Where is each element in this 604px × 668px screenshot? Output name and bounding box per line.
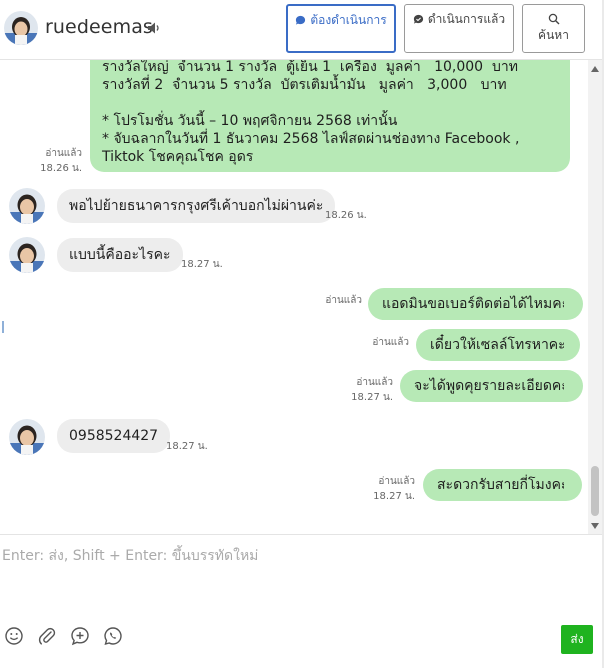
bubble-tail xyxy=(564,479,572,491)
pending-filter-label: ต้องดำเนินการ xyxy=(310,13,387,27)
incoming-message: 0958524427 xyxy=(57,419,171,453)
promo-message: รางวัลใหญ่ จำนวน 1 รางวัล ตู้เย็น 1 เครื… xyxy=(90,60,570,172)
sender-avatar xyxy=(9,419,45,455)
message-scrollbar[interactable] xyxy=(588,60,602,534)
scrollbar-thumb[interactable] xyxy=(591,466,599,516)
done-filter-button[interactable]: ดำเนินการแล้ว xyxy=(404,4,514,53)
message-time: 18.27 น. xyxy=(373,491,415,502)
read-receipt: อ่านแล้ว xyxy=(378,476,415,487)
incoming-message: พอไปย้ายธนาคารกรุงศรีเค้าบอกไม่ผ่านค่ะ xyxy=(57,189,336,223)
bubble-tail xyxy=(564,380,572,392)
message-input[interactable] xyxy=(0,545,590,625)
pending-filter-button[interactable]: ต้องดำเนินการ xyxy=(286,4,396,53)
done-filter-label: ดำเนินการแล้ว xyxy=(427,12,506,26)
message-time: 18.27 น. xyxy=(166,441,208,452)
message-list[interactable]: รางวัลใหญ่ จำนวน 1 รางวัล ตู้เย็น 1 เครื… xyxy=(0,60,588,534)
emoji-icon[interactable] xyxy=(4,626,24,646)
promo-meta: อ่านแล้ว 18.26 น. xyxy=(30,146,82,176)
message-time: 18.27 น. xyxy=(351,392,393,403)
search-icon xyxy=(548,13,559,25)
outgoing-message: เดี๋ยวให้เซลล์โทรหาคะ xyxy=(416,329,580,361)
scroll-up-icon[interactable] xyxy=(591,66,599,72)
bubble-tail xyxy=(564,339,572,351)
read-receipt: อ่านแล้ว xyxy=(372,337,409,348)
scroll-down-icon[interactable] xyxy=(591,523,599,529)
add-sticker-icon[interactable] xyxy=(70,626,90,646)
message-time: 18.27 น. xyxy=(181,259,223,270)
outgoing-message: สะดวกรับสายกี่โมงคะ xyxy=(423,469,583,501)
whatsapp-icon[interactable] xyxy=(103,626,123,646)
message-composer: ส่ง xyxy=(0,534,602,668)
send-button[interactable]: ส่ง xyxy=(561,625,593,654)
speaker-icon[interactable] xyxy=(147,21,161,35)
search-label: ค้นหา xyxy=(538,28,569,42)
read-receipt: อ่านแล้ว xyxy=(325,295,362,306)
message-time: 18.26 น. xyxy=(40,163,82,174)
chat-bubble-icon xyxy=(296,15,306,25)
contact-name: ruedeemas xyxy=(45,16,153,38)
search-button[interactable]: ค้นหา xyxy=(522,4,585,53)
outgoing-message: แอดมินขอเบอร์ติดต่อได้ไหมคะ xyxy=(368,288,584,320)
read-receipt: อ่านแล้ว xyxy=(45,148,82,159)
chat-header: ruedeemas ต้องดำเนินการ ดำเนินการแล้ว ค้… xyxy=(0,0,604,60)
incoming-message: แบบนี้คืออะไรคะ xyxy=(57,238,183,272)
attachment-icon[interactable] xyxy=(37,626,57,646)
check-bubble-icon xyxy=(413,14,423,24)
out3-meta: อ่านแล้ว 18.27 น. xyxy=(341,375,393,405)
message-time: 18.26 น. xyxy=(325,210,367,221)
out4-meta: อ่านแล้ว 18.27 น. xyxy=(363,474,415,504)
read-receipt: อ่านแล้ว xyxy=(356,377,393,388)
bubble-tail xyxy=(564,298,572,310)
sender-avatar xyxy=(9,188,45,224)
sender-avatar xyxy=(9,237,45,273)
contact-avatar[interactable] xyxy=(4,11,38,45)
outgoing-message: จะได้พูดคุยรายละเอียดคะ xyxy=(400,370,583,402)
selection-marker xyxy=(2,321,4,333)
